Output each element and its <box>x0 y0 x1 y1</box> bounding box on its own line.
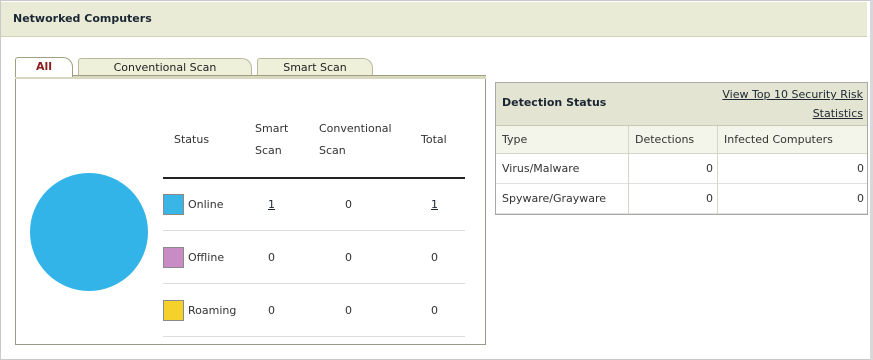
col-header-conventional-line2: Scan <box>319 144 346 157</box>
online-total-count-link[interactable]: 1 <box>431 198 438 211</box>
roaming-total-count: 0 <box>431 304 438 317</box>
view-top10-risk-link[interactable]: View Top 10 Security Risk Statistics <box>722 85 863 123</box>
roaming-smart-count: 0 <box>268 304 275 317</box>
detection-title: Detection Status <box>502 96 607 109</box>
detection-column-headers: Type Detections Infected Computers <box>496 126 867 154</box>
roaming-conventional-count: 0 <box>345 304 352 317</box>
table-row: Spyware/Grayware 0 0 <box>496 184 867 214</box>
tab-conventional-scan[interactable]: Conventional Scan <box>78 58 252 76</box>
panel-header: Networked Computers <box>1 2 867 37</box>
status-pie-chart <box>30 173 148 291</box>
status-label-roaming: Roaming <box>188 304 237 317</box>
status-label-offline: Offline <box>188 251 225 264</box>
column-divider <box>717 126 718 214</box>
detection-count: 0 <box>706 192 713 205</box>
view-top10-risk-link-line1[interactable]: View Top 10 Security Risk <box>722 85 863 104</box>
col-header-infected-computers: Infected Computers <box>724 133 833 146</box>
col-header-smart-line2: Scan <box>255 144 282 157</box>
offline-smart-count: 0 <box>268 251 275 264</box>
infected-count: 0 <box>857 162 864 175</box>
status-label-online: Online <box>188 198 224 211</box>
table-row: Virus/Malware 0 0 <box>496 154 867 184</box>
col-header-total: Total <box>421 133 447 146</box>
detection-type: Virus/Malware <box>502 162 580 175</box>
row-divider <box>163 283 465 284</box>
offline-conventional-count: 0 <box>345 251 352 264</box>
header-divider <box>163 177 465 179</box>
row-divider <box>163 336 465 337</box>
view-top10-risk-link-line2[interactable]: Statistics <box>722 104 863 123</box>
online-conventional-count: 0 <box>345 198 352 211</box>
offline-total-count: 0 <box>431 251 438 264</box>
col-header-type: Type <box>502 133 528 146</box>
detection-status-table: Detection Status View Top 10 Security Ri… <box>495 82 868 215</box>
column-divider <box>628 126 629 214</box>
tab-smart-scan[interactable]: Smart Scan <box>257 58 373 76</box>
roaming-color-swatch <box>163 300 184 321</box>
col-header-status: Status <box>174 133 210 146</box>
infected-count: 0 <box>857 192 864 205</box>
online-color-swatch <box>163 194 184 215</box>
online-smart-count-link[interactable]: 1 <box>268 198 275 211</box>
col-header-conventional-line1: Conventional <box>319 122 392 135</box>
panel-title: Networked Computers <box>13 12 152 25</box>
tab-all[interactable]: All <box>15 57 73 77</box>
detection-header: Detection Status View Top 10 Security Ri… <box>496 83 867 126</box>
detection-type: Spyware/Grayware <box>502 192 607 205</box>
offline-color-swatch <box>163 247 184 268</box>
col-header-smart-line1: Smart <box>255 122 289 135</box>
row-divider <box>163 230 465 231</box>
col-header-detections: Detections <box>635 133 695 146</box>
detection-count: 0 <box>706 162 713 175</box>
